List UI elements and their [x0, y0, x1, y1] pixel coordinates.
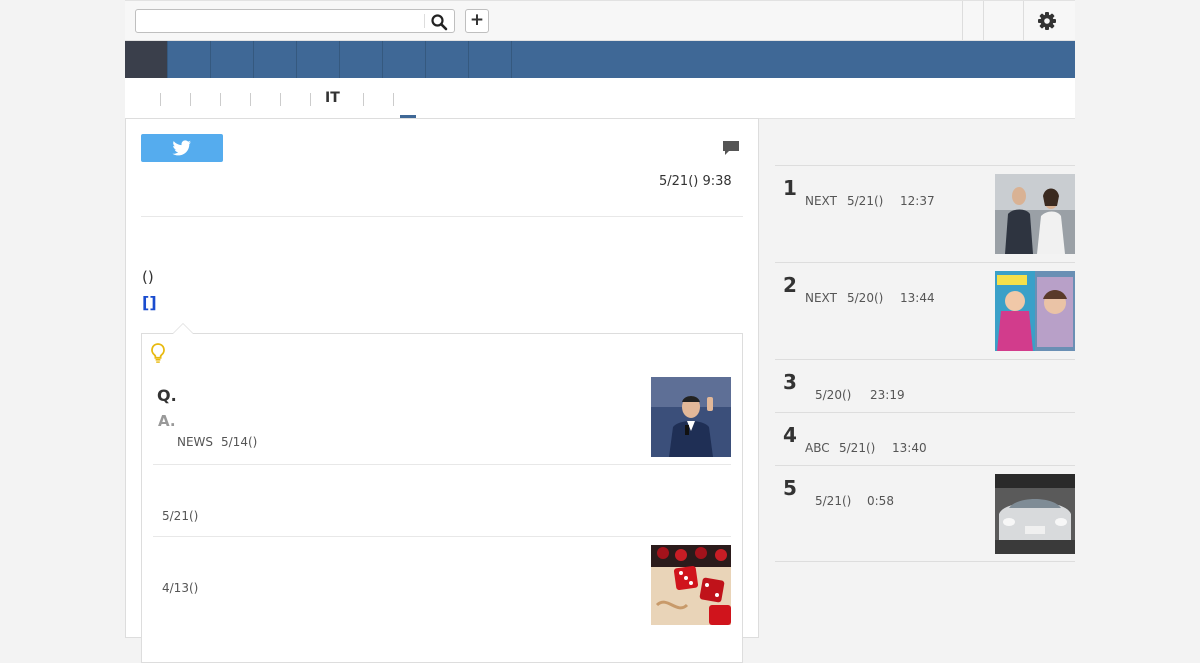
ranking-sidebar: 1 NEXT 5/21() 12:37 2 NEXT 5/20() 13:44 [775, 118, 1075, 638]
nav-item[interactable] [297, 41, 340, 78]
related-thumbnail-photo[interactable] [651, 545, 731, 625]
comment-icon [723, 141, 739, 155]
ranking-item[interactable]: 1 NEXT 5/21() 12:37 [775, 165, 1075, 262]
rank-time: 23:19 [870, 388, 905, 402]
add-button[interactable]: + [465, 9, 489, 33]
rank-time: 13:40 [892, 441, 927, 455]
rank-time: 13:44 [900, 291, 935, 305]
subnav-divider [160, 93, 161, 106]
ranking-item[interactable]: 5 5/21() 0:58 [775, 465, 1075, 562]
related-date: 4/13() [162, 581, 199, 595]
lightbulb-icon [148, 342, 168, 364]
plus-icon: + [469, 10, 485, 30]
toolbar-divider [983, 1, 984, 40]
subnav-divider [190, 93, 191, 106]
qa-caret-fill [173, 324, 193, 334]
toolbar-divider [1023, 1, 1024, 40]
comment-button[interactable] [722, 139, 740, 157]
subnav-divider [393, 93, 394, 106]
nav-item[interactable] [469, 41, 512, 78]
rank-number: 5 [783, 476, 797, 500]
related-date: 5/21() [162, 509, 199, 523]
article-bracket-link[interactable]: [] [142, 293, 157, 312]
rank-date: 5/21() [847, 194, 884, 208]
toolbar-divider [962, 1, 963, 40]
top-toolbar: + [125, 0, 1075, 41]
rank-number: 3 [783, 370, 797, 394]
search-icon [431, 14, 448, 31]
rank-date: 5/21() [815, 494, 852, 508]
rank-thumbnail-photo [995, 271, 1075, 351]
nav-item[interactable] [383, 41, 426, 78]
nav-item[interactable] [254, 41, 297, 78]
subnav-divider [220, 93, 221, 106]
rank-source: NEXT [805, 194, 837, 208]
nav-item[interactable] [211, 41, 254, 78]
settings-button[interactable] [1037, 11, 1057, 31]
qa-thumbnail-photo[interactable] [651, 377, 731, 457]
rank-date: 5/20() [847, 291, 884, 305]
rank-time: 0:58 [867, 494, 894, 508]
rank-number: 2 [783, 273, 797, 297]
rank-thumbnail-photo [995, 174, 1075, 254]
divider [153, 536, 731, 537]
rank-source: ABC [805, 441, 830, 455]
article-paren-text: () [142, 268, 154, 286]
question-label[interactable]: Q. [157, 386, 177, 405]
divider [153, 464, 731, 465]
rank-time: 12:37 [900, 194, 935, 208]
subnav-divider [363, 93, 364, 106]
twitter-icon [172, 140, 192, 156]
nav-item-home[interactable] [125, 41, 168, 78]
qa-box: Q. A. NEWS 5/14() 5/21() 4/13() [141, 323, 743, 663]
gear-icon [1038, 12, 1056, 30]
qa-date: 5/14() [221, 435, 258, 449]
article-date: 5/21() 9:38 [659, 174, 732, 189]
subnav-divider [310, 93, 311, 106]
ranking-item[interactable]: 3 5/20() 23:19 [775, 359, 1075, 412]
nav-item[interactable] [168, 41, 211, 78]
subnav-item-it[interactable]: IT [325, 90, 340, 106]
ranking-item[interactable]: 4 ABC 5/21() 13:40 [775, 412, 1075, 465]
search-divider [424, 14, 425, 28]
nav-item[interactable] [340, 41, 383, 78]
answer-label: A. [158, 412, 176, 430]
rank-date: 5/21() [839, 441, 876, 455]
qa-source: NEWS [177, 435, 214, 449]
tweet-button[interactable] [141, 134, 223, 162]
divider [141, 216, 743, 217]
sub-category-nav: IT [125, 78, 1075, 119]
nav-item[interactable] [426, 41, 469, 78]
rank-number: 4 [783, 423, 797, 447]
subnav-divider [250, 93, 251, 106]
article-panel: 5/21() 9:38 () [] Q. A. NEWS 5/14() 5/21… [125, 118, 759, 663]
rank-source: NEXT [805, 291, 837, 305]
rank-date: 5/20() [815, 388, 852, 402]
category-nav [125, 41, 1075, 78]
ranking-item[interactable]: 2 NEXT 5/20() 13:44 [775, 262, 1075, 359]
search-input[interactable] [136, 10, 424, 32]
search-button[interactable] [430, 13, 448, 31]
rank-number: 1 [783, 176, 797, 200]
search-box [135, 9, 455, 33]
divider [775, 561, 1075, 562]
rank-thumbnail-photo [995, 474, 1075, 554]
subnav-divider [280, 93, 281, 106]
